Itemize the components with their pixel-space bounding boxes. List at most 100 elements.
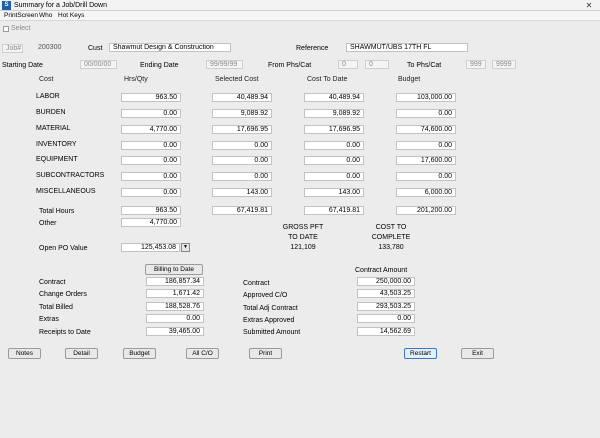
- gross-pft-line1: GROSS PFT: [282, 224, 324, 231]
- close-icon[interactable]: ✕: [578, 0, 600, 11]
- material-to-date-field[interactable]: 17,696.95: [304, 125, 364, 134]
- row-label-inventory: INVENTORY: [36, 141, 77, 148]
- gross-pft-value: 121,109: [290, 244, 316, 251]
- burden-selected-field[interactable]: 9,089.92: [212, 109, 272, 118]
- reference-label: Reference: [296, 45, 329, 52]
- subcontractors-to-date-field[interactable]: 0.00: [304, 172, 364, 181]
- notes-button[interactable]: Notes: [8, 348, 41, 359]
- reference-field[interactable]: SHAWMUT/UBS 17TH FL: [346, 43, 468, 52]
- row-label-burden: BURDEN: [36, 109, 66, 116]
- submitted-amount-field[interactable]: 14,562.69: [357, 327, 415, 336]
- miscellaneous-hrs-field[interactable]: 0.00: [121, 188, 181, 197]
- menu-printscreen[interactable]: PrintScreen: [4, 12, 38, 20]
- select-checkbox[interactable]: [3, 26, 9, 32]
- menu-bar: PrintScreen Who Hot Keys: [0, 11, 600, 21]
- material-selected-field[interactable]: 17,696.95: [212, 125, 272, 134]
- starting-date-field[interactable]: 00/00/00: [80, 60, 117, 69]
- from-cat-field[interactable]: 0: [365, 60, 389, 69]
- other-label: Other: [39, 220, 57, 227]
- menu-hot-keys[interactable]: Hot Keys: [58, 12, 84, 20]
- total-selected-field[interactable]: 67,419.81: [212, 206, 272, 215]
- miscellaneous-to-date-field[interactable]: 143.00: [304, 188, 364, 197]
- total-hrs-field[interactable]: 963.50: [121, 206, 181, 215]
- ca-contract-field[interactable]: 250,000.00: [357, 277, 415, 286]
- miscellaneous-budget-field[interactable]: 6,000.00: [396, 188, 456, 197]
- other-field[interactable]: 4,770.00: [121, 218, 181, 227]
- billing-contract-field[interactable]: 186,857.34: [146, 277, 204, 286]
- to-cat-field[interactable]: 9999: [492, 60, 516, 69]
- burden-budget-field[interactable]: 0.00: [396, 109, 456, 118]
- row-label-subcontractors: SUBCONTRACTORS: [36, 172, 105, 179]
- cust-field[interactable]: Shawmut Design & Construction: [109, 43, 231, 52]
- labor-selected-field[interactable]: 40,489.94: [212, 93, 272, 102]
- total-budget-field[interactable]: 201,200.00: [396, 206, 456, 215]
- receipts-to-date-label: Receipts to Date: [39, 329, 91, 336]
- cust-label: Cust: [88, 45, 103, 52]
- subcontractors-selected-field[interactable]: 0.00: [212, 172, 272, 181]
- extras-approved-label: Extras Approved: [243, 317, 295, 324]
- total-billed-field[interactable]: 188,528.76: [146, 302, 204, 311]
- submitted-amount-label: Submitted Amount: [243, 329, 301, 336]
- total-adj-contract-field[interactable]: 293,503.25: [357, 302, 415, 311]
- labor-budget-field[interactable]: 103,000.00: [396, 93, 456, 102]
- equipment-hrs-field[interactable]: 0.00: [121, 156, 181, 165]
- inventory-hrs-field[interactable]: 0.00: [121, 141, 181, 150]
- header-cost-to-date: Cost To Date: [307, 76, 348, 83]
- app-icon: S: [2, 1, 11, 10]
- material-budget-field[interactable]: 74,600.00: [396, 125, 456, 134]
- equipment-selected-field[interactable]: 0.00: [212, 156, 272, 165]
- extras-label: Extras: [39, 316, 59, 323]
- row-label-miscellaneous: MISCELLANEOUS: [36, 188, 96, 195]
- starting-date-label: Starting Date: [2, 62, 43, 69]
- inventory-budget-field[interactable]: 0.00: [396, 141, 456, 150]
- labor-hrs-field[interactable]: 963.50: [121, 93, 181, 102]
- ending-date-field[interactable]: 99/99/99: [206, 60, 243, 69]
- ending-date-label: Ending Date: [140, 62, 179, 69]
- inventory-selected-field[interactable]: 0.00: [212, 141, 272, 150]
- material-hrs-field[interactable]: 4,770.00: [121, 125, 181, 134]
- open-po-label: Open PO Value: [39, 245, 88, 252]
- change-orders-field[interactable]: 1,671.42: [146, 289, 204, 298]
- approved-co-field[interactable]: 43,503.25: [357, 289, 415, 298]
- from-phs-cat-label: From Phs/Cat: [268, 62, 312, 69]
- burden-to-date-field[interactable]: 9,089.92: [304, 109, 364, 118]
- miscellaneous-selected-field[interactable]: 143.00: [212, 188, 272, 197]
- header-hrs-qty: Hrs/Qty: [124, 76, 148, 83]
- detail-button[interactable]: Detail: [65, 348, 98, 359]
- equipment-to-date-field[interactable]: 0.00: [304, 156, 364, 165]
- select-label: Select: [11, 25, 31, 32]
- total-billed-label: Total Billed: [39, 304, 73, 311]
- job-label-field: Job#: [2, 44, 23, 53]
- inventory-to-date-field[interactable]: 0.00: [304, 141, 364, 150]
- exit-button[interactable]: Exit: [461, 348, 494, 359]
- ca-contract-label: Contract: [243, 280, 270, 287]
- open-po-field[interactable]: 125,453.08: [121, 243, 180, 252]
- print-button[interactable]: Print: [249, 348, 282, 359]
- menu-who[interactable]: Who: [39, 12, 52, 20]
- labor-to-date-field[interactable]: 40,489.94: [304, 93, 364, 102]
- billing-to-date-button[interactable]: Billing to Date: [145, 264, 203, 275]
- equipment-budget-field[interactable]: 17,600.00: [396, 156, 456, 165]
- title-bar: S Summary for a Job/Drill Down ✕: [0, 0, 600, 11]
- subcontractors-hrs-field[interactable]: 0.00: [121, 172, 181, 181]
- extras-approved-field[interactable]: 0.00: [357, 314, 415, 323]
- cost-complete-line1: COST TO: [375, 224, 407, 231]
- budget-button[interactable]: Budget: [123, 348, 156, 359]
- gross-pft-line2: TO DATE: [288, 234, 318, 241]
- cost-complete-line2: COMPLETE: [371, 234, 411, 241]
- window-title: Summary for a Job/Drill Down: [14, 2, 107, 9]
- extras-field[interactable]: 0.00: [146, 314, 204, 323]
- restart-button[interactable]: Restart: [404, 348, 437, 359]
- total-to-date-field[interactable]: 67,419.81: [304, 206, 364, 215]
- to-phase-field[interactable]: 999: [466, 60, 486, 69]
- header-cost: Cost: [39, 76, 54, 83]
- to-phs-cat-label: To Phs/Cat: [407, 62, 442, 69]
- subcontractors-budget-field[interactable]: 0.00: [396, 172, 456, 181]
- row-label-equipment: EQUIPMENT: [36, 156, 78, 163]
- approved-co-label: Approved C/O: [243, 292, 288, 299]
- all-co-button[interactable]: All C/O: [186, 348, 219, 359]
- receipts-to-date-field[interactable]: 39,465.00: [146, 327, 204, 336]
- burden-hrs-field[interactable]: 0.00: [121, 109, 181, 118]
- chevron-down-icon[interactable]: ▼: [181, 243, 190, 252]
- from-phase-field[interactable]: 0: [338, 60, 358, 69]
